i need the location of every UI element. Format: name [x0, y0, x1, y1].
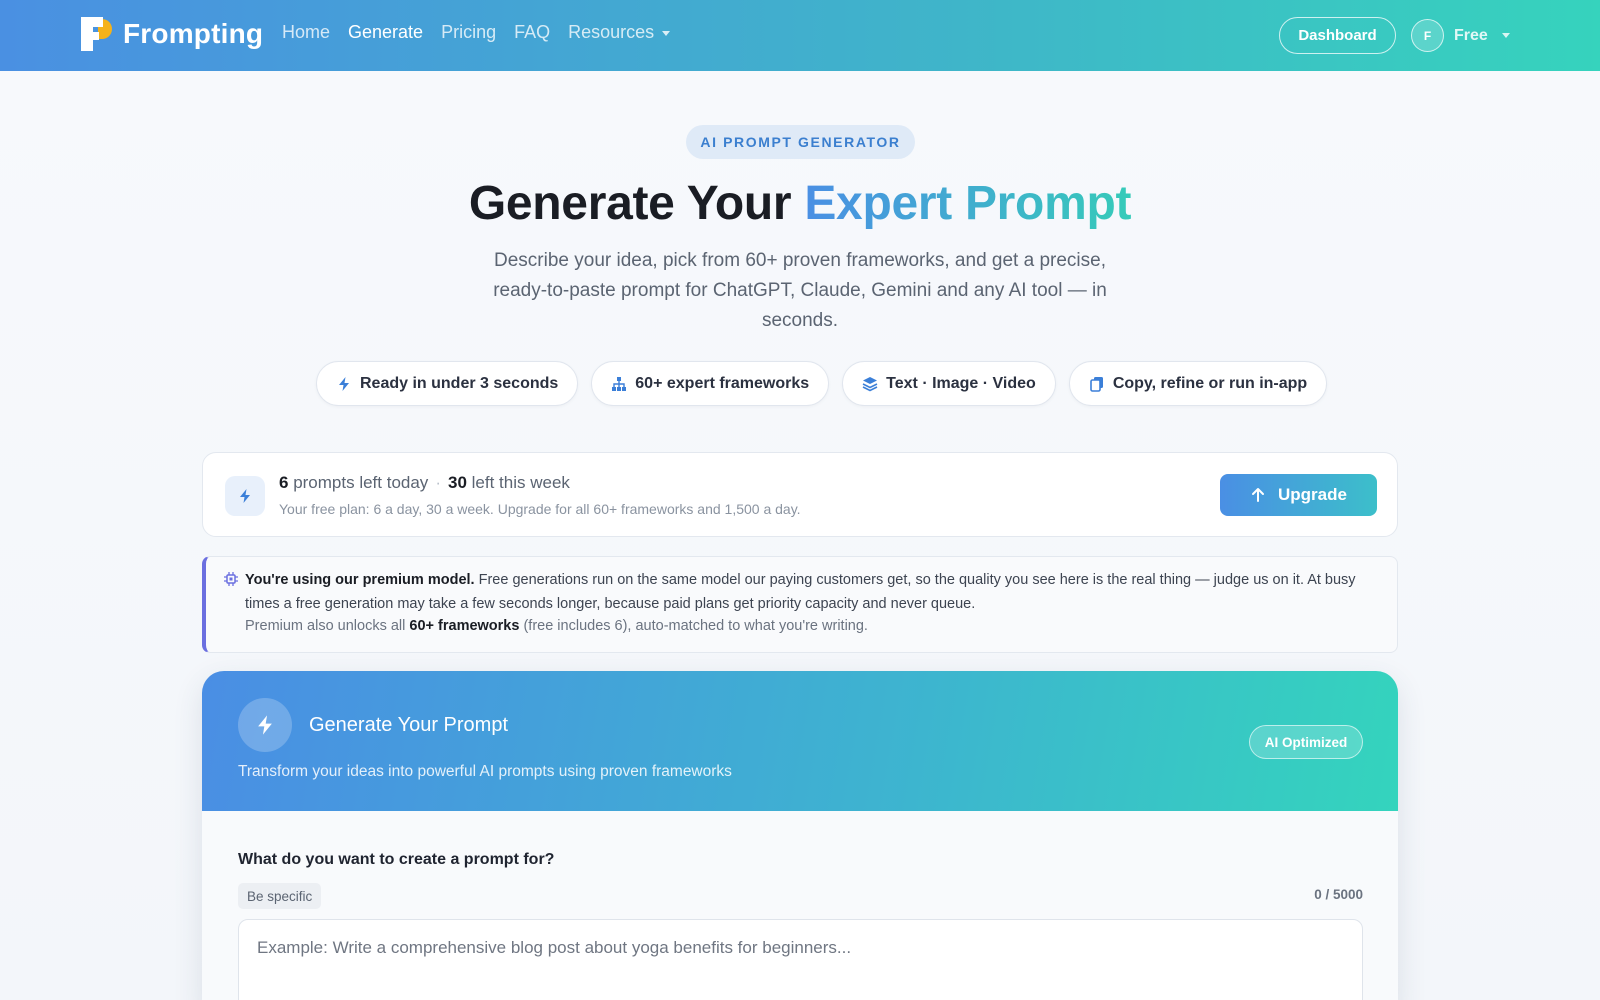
hero-subtitle: Describe your idea, pick from 60+ proven… — [493, 250, 1107, 331]
notice-line2-bold: 60+ frameworks — [409, 618, 520, 634]
nav-link-home[interactable]: Home — [282, 22, 330, 43]
top-navbar: Frompting Home Generate Pricing FAQ Reso… — [0, 0, 1600, 71]
sitemap-icon — [612, 376, 627, 391]
nav-link-resources-label: Resources — [568, 22, 655, 42]
character-count: 0 / 5000 — [1314, 887, 1363, 902]
chip-label: Text · Image · Video — [886, 374, 1036, 392]
logo-icon — [81, 17, 113, 51]
quota-week-count: 30 — [447, 473, 467, 492]
arrow-up-icon — [1252, 488, 1265, 502]
feature-chip-copy: Copy, refine or run in-app — [1068, 361, 1328, 406]
layers-icon — [862, 376, 878, 391]
notice-text: You're using our premium model. Free gen… — [245, 568, 1375, 616]
quota-today-label: prompts left today — [288, 473, 429, 492]
nav-link-generate[interactable]: Generate — [348, 22, 423, 43]
bolt-icon — [238, 698, 292, 752]
notice-bold: You're using our premium model. — [245, 572, 475, 588]
hint-tag: Be specific — [238, 883, 322, 909]
feature-chip-speed: Ready in under 3 seconds — [316, 361, 579, 406]
generator-title: Generate Your Prompt — [309, 714, 509, 736]
main-nav: Home Generate Pricing FAQ Resources — [282, 22, 671, 43]
feature-chip-frameworks: 60+ expert frameworks — [591, 361, 830, 406]
bolt-icon — [339, 376, 349, 391]
ai-optimized-badge: AI Optimized — [1249, 725, 1363, 759]
chip-label: Ready in under 3 seconds — [360, 374, 559, 392]
premium-model-notice: You're using our premium model. Free gen… — [202, 556, 1398, 653]
plan-label: Free — [1454, 26, 1488, 44]
user-menu[interactable]: F Free — [1411, 19, 1510, 52]
avatar: F — [1411, 19, 1444, 52]
brand-logo-link[interactable]: Frompting — [81, 17, 263, 51]
chevron-down-icon — [662, 30, 671, 36]
quota-detail: Your free plan: 6 a day, 30 a week. Upgr… — [279, 501, 801, 517]
notice-frameworks-text: Premium also unlocks all 60+ frameworks … — [245, 618, 868, 634]
prompt-field-label: What do you want to create a prompt for? — [238, 851, 555, 868]
notice-line2-post: (free includes 6), auto-matched to what … — [519, 618, 868, 634]
chip-label: 60+ expert frameworks — [635, 374, 810, 392]
brand-name: Frompting — [123, 18, 264, 49]
generator-subtitle: Transform your ideas into powerful AI pr… — [238, 763, 732, 780]
bolt-icon — [225, 476, 265, 516]
usage-quota-card: 6 prompts left today · 30 left this week Y… — [202, 452, 1398, 537]
page-title-accent: Expert Prompt — [804, 177, 1132, 230]
chip-label: Copy, refine or run in-app — [1112, 374, 1308, 392]
feature-chip-media: Text · Image · Video — [842, 361, 1056, 406]
prompt-input[interactable] — [238, 919, 1363, 1000]
dashboard-button[interactable]: Dashboard — [1279, 17, 1396, 54]
separator-dot: · — [435, 473, 441, 492]
chevron-down-icon — [1501, 33, 1510, 38]
page-title: Generate Your Expert Prompt — [0, 176, 1600, 231]
generator-header: Generate Your Prompt Transform your idea… — [202, 671, 1398, 811]
nav-link-faq[interactable]: FAQ — [514, 22, 550, 43]
quota-week-label: left this week — [466, 473, 570, 492]
eyebrow-badge: AI PROMPT GENERATOR — [686, 125, 915, 159]
chip-icon — [224, 572, 238, 586]
notice-line2-pre: Premium also unlocks all — [245, 618, 410, 634]
quota-summary: 6 prompts left today · 30 left this week — [279, 473, 570, 493]
upgrade-button-label: Upgrade — [1278, 485, 1347, 504]
copy-icon — [1090, 376, 1103, 392]
nav-link-pricing[interactable]: Pricing — [441, 22, 496, 43]
feature-chips: Ready in under 3 seconds 60+ expert fram… — [316, 361, 1328, 406]
generator-card: Generate Your Prompt Transform your idea… — [202, 671, 1398, 1000]
nav-dropdown-resources[interactable]: Resources — [568, 22, 671, 43]
page-title-plain: Generate Your — [468, 177, 805, 230]
upgrade-button[interactable]: Upgrade — [1220, 474, 1377, 516]
